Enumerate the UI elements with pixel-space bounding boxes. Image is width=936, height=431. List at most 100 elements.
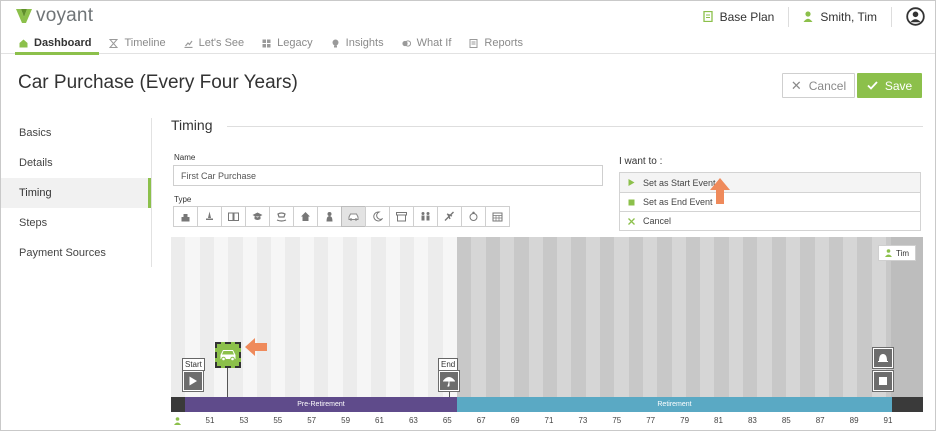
type-baby[interactable] bbox=[317, 206, 342, 227]
bell-icon bbox=[878, 354, 888, 362]
page-title: Car Purchase (Every Four Years) bbox=[18, 72, 298, 93]
side-item-payment-sources[interactable]: Payment Sources bbox=[1, 238, 152, 268]
main-nav: Dashboard Timeline Let's See Legacy Insi… bbox=[1, 32, 935, 55]
timeline-canvas[interactable] bbox=[171, 237, 923, 397]
document-icon bbox=[702, 11, 713, 22]
end-marker-label: End bbox=[438, 358, 459, 371]
section-divider bbox=[227, 126, 923, 127]
nav-legacy-label: Legacy bbox=[277, 37, 313, 49]
age-tick-label: 75 bbox=[612, 416, 622, 425]
type-graduation-bell[interactable] bbox=[197, 206, 222, 227]
type-car[interactable] bbox=[341, 206, 366, 227]
close-icon bbox=[628, 217, 635, 225]
age-axis: 51 53 55 57 59 61 63 65 67 69 71 73 75 77 79 81 83 85 87 89… bbox=[171, 412, 923, 430]
logo[interactable]: voyant bbox=[16, 6, 93, 25]
chart-icon bbox=[184, 40, 193, 48]
side-item-timing[interactable]: Timing bbox=[1, 178, 152, 208]
account-menu[interactable] bbox=[891, 6, 935, 27]
type-piggy-bank[interactable] bbox=[461, 206, 486, 227]
timeline-year-column bbox=[299, 237, 315, 397]
side-item-label: Payment Sources bbox=[19, 247, 106, 259]
car-event-marker[interactable] bbox=[215, 342, 241, 368]
user-name: Smith, Tim bbox=[820, 9, 877, 24]
set-end-event-button[interactable]: Set as End Event bbox=[620, 192, 920, 211]
age-tick-label: 61 bbox=[375, 416, 384, 425]
close-icon: ✕ bbox=[790, 77, 802, 93]
timeline-year-column bbox=[542, 237, 558, 397]
type-storefront[interactable] bbox=[389, 206, 414, 227]
name-label: Name bbox=[174, 153, 196, 162]
end-marker[interactable] bbox=[438, 370, 460, 392]
start-marker[interactable] bbox=[182, 370, 204, 392]
top-bar: voyant Base Plan Smith, Tim bbox=[1, 1, 935, 32]
age-tick-label: 79 bbox=[680, 416, 690, 425]
timeline-year-column bbox=[585, 237, 601, 397]
person-badge[interactable]: Tim bbox=[878, 245, 916, 261]
nav-reports[interactable]: Reports bbox=[465, 32, 531, 54]
age-tick-label: 87 bbox=[815, 416, 825, 425]
timeline-year-column bbox=[628, 237, 644, 397]
base-plan-button[interactable]: Base Plan bbox=[689, 7, 789, 27]
type-wedding-cake[interactable] bbox=[173, 206, 198, 227]
stage-pre-retirement[interactable]: Pre-Retirement bbox=[185, 397, 457, 412]
name-input[interactable] bbox=[173, 165, 603, 186]
base-plan-label: Base Plan bbox=[719, 9, 775, 24]
plan-end-marker[interactable] bbox=[872, 370, 894, 392]
type-family[interactable] bbox=[413, 206, 438, 227]
save-button[interactable]: Save bbox=[857, 73, 922, 98]
type-airplane[interactable] bbox=[437, 206, 462, 227]
user-menu[interactable]: Smith, Tim bbox=[788, 6, 891, 27]
timeline-year-column bbox=[314, 237, 329, 397]
swap-icon bbox=[401, 39, 411, 47]
type-moon[interactable] bbox=[365, 206, 390, 227]
timeline-end-shade bbox=[891, 237, 923, 397]
legacy-marker[interactable] bbox=[872, 347, 894, 369]
nav-dashboard[interactable]: Dashboard bbox=[15, 32, 100, 55]
timeline-year-column bbox=[642, 237, 658, 397]
timeline-year-column bbox=[385, 237, 401, 397]
age-tick-label: 69 bbox=[510, 416, 520, 425]
timeline-year-column bbox=[785, 237, 801, 397]
nav-what-if[interactable]: What If bbox=[398, 32, 460, 54]
age-tick-label: 89 bbox=[849, 416, 859, 425]
person-icon bbox=[803, 11, 813, 22]
age-tick-label: 51 bbox=[205, 416, 215, 425]
nav-legacy[interactable]: Legacy bbox=[258, 32, 320, 54]
timeline-year-column bbox=[571, 237, 587, 397]
wedding-cake-icon bbox=[181, 211, 190, 222]
nav-timeline-label: Timeline bbox=[124, 37, 166, 49]
timeline-year-column bbox=[843, 237, 858, 397]
timeline-year-column bbox=[228, 237, 243, 397]
set-start-event-button[interactable]: Set as Start Event bbox=[620, 173, 920, 192]
cancel-event-button[interactable]: Cancel bbox=[620, 211, 920, 230]
voyant-logo-icon bbox=[16, 9, 32, 23]
cancel-button[interactable]: ✕ Cancel bbox=[782, 73, 855, 98]
type-house[interactable] bbox=[293, 206, 318, 227]
side-item-steps[interactable]: Steps bbox=[1, 208, 152, 238]
side-item-basics[interactable]: Basics bbox=[1, 118, 152, 148]
type-rocking-horse[interactable] bbox=[269, 206, 294, 227]
timeline-year-column bbox=[800, 237, 815, 397]
type-book[interactable] bbox=[221, 206, 246, 227]
side-item-label: Details bbox=[19, 157, 53, 169]
timeline-year-column bbox=[371, 237, 386, 397]
type-calendar[interactable] bbox=[485, 206, 510, 227]
timeline-year-column bbox=[242, 237, 258, 397]
age-tick-label: 73 bbox=[578, 416, 588, 425]
age-tick-label: 77 bbox=[646, 416, 656, 425]
hourglass-icon bbox=[109, 38, 119, 48]
timeline-year-column bbox=[700, 237, 715, 397]
side-item-details[interactable]: Details bbox=[1, 148, 152, 178]
timeline-year-column bbox=[342, 237, 358, 397]
nav-insights[interactable]: Insights bbox=[327, 32, 392, 54]
stop-icon bbox=[628, 199, 635, 205]
stage-label: Pre-Retirement bbox=[297, 401, 345, 408]
nav-lets-see[interactable]: Let's See bbox=[180, 32, 253, 54]
nav-dashboard-label: Dashboard bbox=[34, 37, 92, 49]
age-tick-label: 59 bbox=[341, 416, 351, 425]
car-icon bbox=[220, 350, 236, 362]
type-mortarboard[interactable] bbox=[245, 206, 270, 227]
nav-timeline[interactable]: Timeline bbox=[105, 32, 173, 54]
stage-retirement[interactable]: Retirement bbox=[457, 397, 892, 412]
save-label: Save bbox=[884, 78, 913, 93]
